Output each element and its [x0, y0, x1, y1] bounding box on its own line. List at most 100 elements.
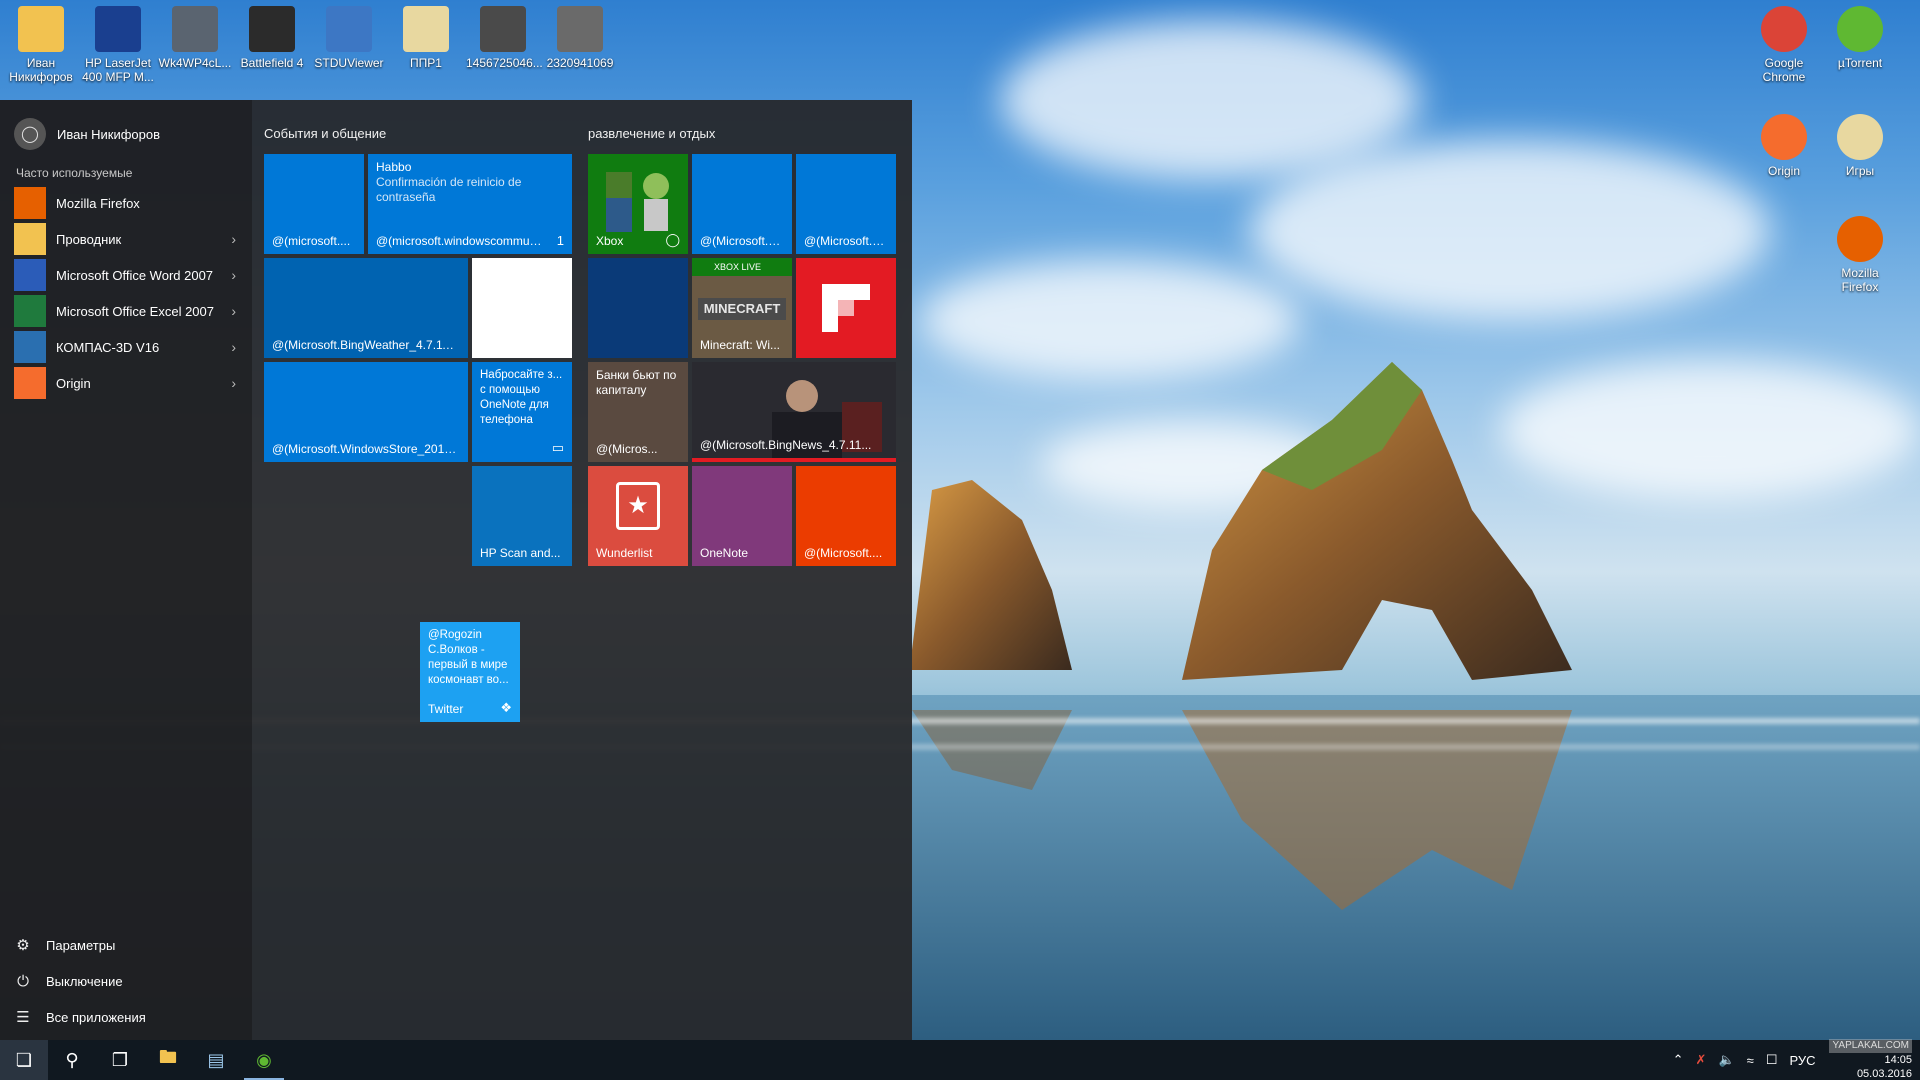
- app-item[interactable]: Origin ›: [14, 366, 236, 400]
- settings-button[interactable]: ⚙ Параметры: [14, 930, 115, 960]
- tile-onenote-promo[interactable]: Набросайте з... с помощью OneNote для те…: [472, 362, 572, 462]
- chevron-right-icon[interactable]: ›: [231, 375, 236, 391]
- tile-label: Minecraft: Wi...: [700, 338, 781, 352]
- tile-weather[interactable]: @(Microsoft.BingWeather_4.7.118....: [264, 258, 468, 358]
- chevron-up-icon[interactable]: ⌃: [1673, 1052, 1684, 1068]
- desktop-icon[interactable]: Origin: [1747, 108, 1821, 178]
- desktop-icon-label: Иван Никифоров: [9, 56, 73, 84]
- desktop-icon[interactable]: Battlefield 4: [235, 0, 309, 70]
- start-menu-left-pane: ◯ Иван Никифоров Часто используемые Mozi…: [0, 100, 252, 1040]
- tile-text: Набросайте з... с помощью OneNote для те…: [480, 369, 563, 426]
- volume-icon[interactable]: 🔈: [1718, 1052, 1734, 1068]
- desktop-icon[interactable]: µTorrent: [1823, 0, 1897, 70]
- taskbar-scanner[interactable]: ▤: [192, 1040, 240, 1080]
- desktop-icon-label: Battlefield 4: [240, 56, 304, 70]
- tile-mail[interactable]: @(microsoft....: [264, 154, 364, 254]
- tile-label: Wunderlist: [596, 546, 653, 560]
- desktop-icon[interactable]: Mozilla Firefox: [1823, 210, 1897, 294]
- wifi-icon[interactable]: ≈: [1747, 1053, 1754, 1068]
- tile-office[interactable]: @(Microsoft....: [796, 466, 896, 566]
- chevron-right-icon[interactable]: ›: [231, 303, 236, 319]
- minecraft-logo: MINECRAFT: [698, 298, 786, 320]
- flipboard-icon: [822, 284, 870, 332]
- tile-content: Habbo Confirmación de reinicio de contra…: [376, 160, 564, 205]
- desktop-icon-label: µTorrent: [1837, 56, 1883, 70]
- desktop-icon[interactable]: HP LaserJet 400 MFP M...: [81, 0, 155, 84]
- app-item[interactable]: Mozilla Firefox: [14, 186, 236, 220]
- tile-label: OneNote: [700, 546, 749, 560]
- tile-dark-blue[interactable]: [588, 258, 688, 358]
- folder-icon: 🖿: [159, 1047, 177, 1067]
- network-warning-icon[interactable]: ✗: [1696, 1052, 1707, 1068]
- desktop-icon[interactable]: 1456725046...: [466, 0, 543, 70]
- action-center-icon[interactable]: ☐: [1766, 1052, 1778, 1068]
- origin-icon: [1761, 114, 1807, 160]
- wunderlist-star-icon: ★: [616, 482, 660, 530]
- sea-stack-rock: [912, 362, 1920, 1040]
- chevron-right-icon[interactable]: ›: [231, 231, 236, 247]
- desktop-icon[interactable]: STDUViewer: [312, 0, 386, 70]
- clock[interactable]: YAPLAKAL.COM 14:05 05.03.2016: [1829, 1039, 1912, 1080]
- group-title-right[interactable]: развлечение и отдых: [588, 126, 715, 141]
- xbox-logo-icon: ◯: [665, 232, 680, 247]
- tile-blank[interactable]: [472, 258, 572, 358]
- tile-news-wide[interactable]: @(Microsoft.BingNews_4.7.11...: [692, 362, 896, 462]
- desktop-icon[interactable]: ППР1: [389, 0, 463, 70]
- language-indicator[interactable]: РУС: [1789, 1053, 1815, 1068]
- clock-date: 05.03.2016: [1856, 1068, 1912, 1080]
- app-item-label: Origin: [56, 375, 91, 391]
- tile-label: @(Microsoft.BingWeather_4.7.118....: [272, 338, 460, 352]
- desktop-icon-label: Origin: [1767, 164, 1800, 178]
- desktop-icon[interactable]: Google Chrome: [1747, 0, 1821, 84]
- tile-onenote[interactable]: OneNote: [692, 466, 792, 566]
- chevron-right-icon[interactable]: ›: [231, 339, 236, 355]
- desktop-icon[interactable]: Игры: [1823, 108, 1897, 178]
- notification-badge: 1: [556, 233, 564, 248]
- tile-store[interactable]: @(Microsoft.WindowsStore_2015....: [264, 362, 468, 462]
- tile-hp-scan[interactable]: HP Scan and...: [472, 466, 572, 566]
- tile-label: @(Microsoft.WindowsStore_2015....: [272, 442, 460, 456]
- tile-news-small[interactable]: Банки бьют по капиталу @(Micros...: [588, 362, 688, 462]
- taskbar-file-explorer[interactable]: 🖿: [144, 1040, 192, 1080]
- search-button[interactable]: ⚲: [48, 1040, 96, 1080]
- group-title-left[interactable]: События и общение: [264, 126, 386, 141]
- tile-text: @Rogozin С.Волков - первый в мире космон…: [428, 629, 509, 686]
- app-item[interactable]: Microsoft Office Excel 2007 ›: [14, 294, 236, 328]
- desktop-icon[interactable]: Wk4WP4cL...: [158, 0, 232, 70]
- watermark-text: YAPLAKAL.COM: [1829, 1039, 1912, 1053]
- tile-habbo[interactable]: Habbo Confirmación de reinicio de contra…: [368, 154, 572, 254]
- tile-text: Банки бьют по капиталу: [596, 368, 677, 397]
- document-icon: [403, 6, 449, 52]
- settings-label: Параметры: [46, 937, 116, 953]
- tile-twitter[interactable]: @Rogozin С.Волков - первый в мире космон…: [420, 622, 520, 722]
- word-icon: [14, 259, 46, 291]
- app-item[interactable]: Microsoft Office Word 2007 ›: [14, 258, 236, 292]
- tile-flipboard[interactable]: [796, 258, 896, 358]
- desktop-icon[interactable]: Иван Никифоров: [4, 0, 78, 84]
- game-icon: [249, 6, 295, 52]
- taskbar-utorrent[interactable]: ◉: [240, 1040, 288, 1080]
- tile-zune-1[interactable]: @(Microsoft.Z...: [692, 154, 792, 254]
- desktop-icon[interactable]: 2320941069: [543, 0, 617, 70]
- frequent-apps-label: Часто используемые: [16, 166, 133, 180]
- all-apps-button[interactable]: ☰ Все приложения: [14, 1002, 146, 1032]
- tile-minecraft[interactable]: XBOX LIVE MINECRAFT Minecraft: Wi...: [692, 258, 792, 358]
- chevron-right-icon[interactable]: ›: [231, 267, 236, 283]
- start-button[interactable]: ❏: [0, 1040, 48, 1080]
- tablet-icon: ▭: [551, 440, 564, 455]
- app-item-label: Проводник: [56, 231, 122, 247]
- system-tray: ⌃ ✗ 🔈 ≈ ☐ РУС YAPLAKAL.COM 14:05 05.03.2…: [1667, 1039, 1912, 1080]
- power-button[interactable]: ⏻ Выключение: [14, 966, 123, 996]
- user-account[interactable]: ◯ Иван Никифоров: [14, 118, 160, 150]
- app-item[interactable]: Проводник ›: [14, 222, 236, 256]
- desktop-icon-label: 2320941069: [546, 56, 614, 70]
- scanner-icon: ▤: [207, 1049, 225, 1070]
- app-item[interactable]: КОМПАС-3D V16 ›: [14, 330, 236, 364]
- tile-zune-2[interactable]: @(Microsoft.Z...: [796, 154, 896, 254]
- desktop-icon-label: STDUViewer: [314, 56, 384, 70]
- tile-label: HP Scan and...: [480, 546, 561, 560]
- excel-icon: [14, 295, 46, 327]
- tile-wunderlist[interactable]: ★ Wunderlist: [588, 466, 688, 566]
- tile-xbox[interactable]: Xbox ◯: [588, 154, 688, 254]
- task-view-button[interactable]: ❐: [96, 1040, 144, 1080]
